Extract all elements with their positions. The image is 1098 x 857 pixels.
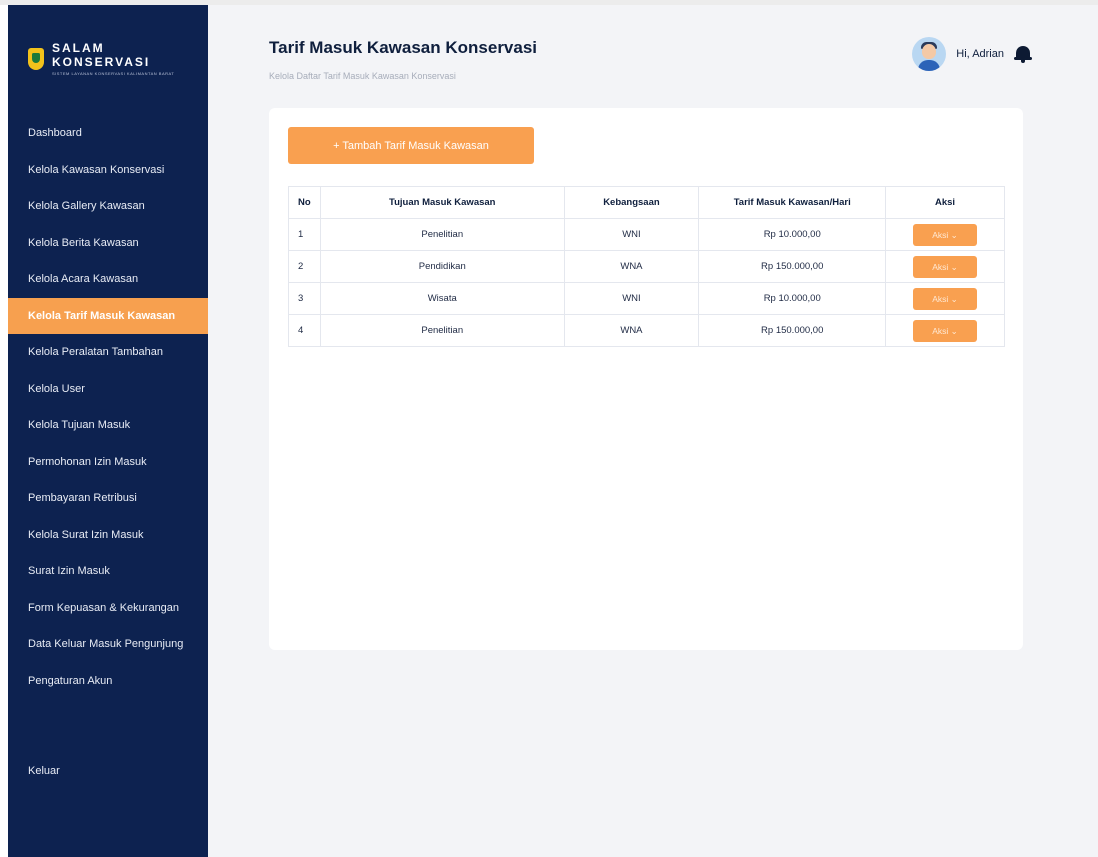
cell-kebangsaan: WNI <box>563 282 700 315</box>
table-row: 3 Wisata WNI Rp 10.000,00 Aksi ⌄ <box>288 282 1005 315</box>
cell-no: 1 <box>288 218 321 251</box>
sidebar-item-tarif-masuk-kawasan[interactable]: Kelola Tarif Masuk Kawasan <box>8 297 208 334</box>
table-header-row: No Tujuan Masuk Kawasan Kebangsaan Tarif… <box>288 186 1005 219</box>
sidebar-nav: Dashboard Kelola Kawasan Konservasi Kelo… <box>8 115 208 699</box>
user-menu[interactable]: Hi, Adrian <box>912 37 1032 71</box>
cell-tarif: Rp 150.000,00 <box>698 250 887 283</box>
cell-kebangsaan: WNI <box>563 218 700 251</box>
brand-subtitle: SISTEM LAYANAN KONSERVASI KALIMANTAN BAR… <box>51 71 175 76</box>
cell-tarif: Rp 10.000,00 <box>698 218 887 251</box>
cell-aksi: Aksi ⌄ <box>885 250 1005 283</box>
avatar[interactable] <box>912 37 947 71</box>
cell-tujuan: Penelitian <box>319 314 565 347</box>
tarif-table: No Tujuan Masuk Kawasan Kebangsaan Tarif… <box>288 186 1005 347</box>
sidebar-item-pembayaran-retribusi[interactable]: Pembayaran Retribusi <box>8 480 208 517</box>
bell-clapper <box>1021 60 1025 63</box>
cell-tujuan: Pendidikan <box>319 250 565 283</box>
cell-no: 2 <box>288 250 321 283</box>
main-content: Tarif Masuk Kawasan Konservasi Kelola Da… <box>208 5 1098 857</box>
sidebar: SALAM KONSERVASI SISTEM LAYANAN KONSERVA… <box>8 5 208 857</box>
cell-tarif: Rp 150.000,00 <box>698 314 887 347</box>
sidebar-item-dashboard[interactable]: Dashboard <box>8 115 208 152</box>
brand[interactable]: SALAM KONSERVASI SISTEM LAYANAN KONSERVA… <box>28 41 208 76</box>
sidebar-item-tujuan-masuk[interactable]: Kelola Tujuan Masuk <box>8 407 208 444</box>
page-title: Tarif Masuk Kawasan Konservasi <box>269 38 538 57</box>
header-no: No <box>288 186 321 219</box>
header-tujuan: Tujuan Masuk Kawasan <box>319 186 565 219</box>
add-tarif-button[interactable]: + Tambah Tarif Masuk Kawasan <box>288 127 534 164</box>
cell-tujuan: Penelitian <box>319 218 565 251</box>
avatar-body <box>918 60 941 71</box>
cell-kebangsaan: WNA <box>563 314 700 347</box>
sidebar-item-acara-kawasan[interactable]: Kelola Acara Kawasan <box>8 261 208 298</box>
user-greeting[interactable]: Hi, Adrian <box>956 48 1004 60</box>
table-row: 2 Pendidikan WNA Rp 150.000,00 Aksi ⌄ <box>288 250 1005 283</box>
cell-tarif: Rp 10.000,00 <box>698 282 887 315</box>
sidebar-item-data-pengunjung[interactable]: Data Keluar Masuk Pengunjung <box>8 626 208 663</box>
sidebar-item-pengaturan-akun[interactable]: Pengaturan Akun <box>8 663 208 700</box>
sidebar-item-permohonan-izin[interactable]: Permohonan Izin Masuk <box>8 444 208 481</box>
header-tarif: Tarif Masuk Kawasan/Hari <box>698 186 887 219</box>
aksi-dropdown-button[interactable]: Aksi ⌄ <box>913 255 978 278</box>
sidebar-item-user[interactable]: Kelola User <box>8 371 208 408</box>
cell-kebangsaan: WNA <box>563 250 700 283</box>
aksi-dropdown-button[interactable]: Aksi ⌄ <box>913 223 978 246</box>
brand-logo-icon <box>28 47 44 70</box>
cell-aksi: Aksi ⌄ <box>885 218 1005 251</box>
brand-text: SALAM KONSERVASI SISTEM LAYANAN KONSERVA… <box>52 41 208 76</box>
cell-aksi: Aksi ⌄ <box>885 314 1005 347</box>
header-aksi: Aksi <box>885 186 1005 219</box>
sidebar-item-kelola-surat-izin[interactable]: Kelola Surat Izin Masuk <box>8 517 208 554</box>
table-row: 1 Penelitian WNI Rp 10.000,00 Aksi ⌄ <box>288 218 1005 251</box>
logout-link[interactable]: Keluar <box>28 765 60 777</box>
cell-aksi: Aksi ⌄ <box>885 282 1005 315</box>
sidebar-item-surat-izin[interactable]: Surat Izin Masuk <box>8 553 208 590</box>
cell-tujuan: Wisata <box>319 282 565 315</box>
page-subtitle: Kelola Daftar Tarif Masuk Kawasan Konser… <box>269 71 456 81</box>
table-row: 4 Penelitian WNA Rp 150.000,00 Aksi ⌄ <box>288 314 1005 347</box>
table-body: 1 Penelitian WNI Rp 10.000,00 Aksi ⌄ 2 P… <box>288 218 1005 347</box>
cell-no: 4 <box>288 314 321 347</box>
sidebar-item-berita-kawasan[interactable]: Kelola Berita Kawasan <box>8 225 208 262</box>
table-head: No Tujuan Masuk Kawasan Kebangsaan Tarif… <box>288 186 1005 219</box>
avatar-head <box>922 44 937 59</box>
sidebar-item-kawasan-konservasi[interactable]: Kelola Kawasan Konservasi <box>8 152 208 189</box>
brand-title: SALAM KONSERVASI <box>51 41 151 69</box>
header-kebangsaan: Kebangsaan <box>563 186 700 219</box>
bell-icon[interactable] <box>1014 44 1032 64</box>
sidebar-item-form-kepuasan[interactable]: Form Kepuasan & Kekurangan <box>8 590 208 627</box>
app-shell: SALAM KONSERVASI SISTEM LAYANAN KONSERVA… <box>8 5 1098 857</box>
aksi-dropdown-button[interactable]: Aksi ⌄ <box>913 319 978 342</box>
aksi-dropdown-button[interactable]: Aksi ⌄ <box>913 287 978 310</box>
sidebar-item-peralatan-tambahan[interactable]: Kelola Peralatan Tambahan <box>8 334 208 371</box>
cell-no: 3 <box>288 282 321 315</box>
tarif-card: + Tambah Tarif Masuk Kawasan No Tujuan M… <box>269 108 1023 650</box>
sidebar-item-gallery-kawasan[interactable]: Kelola Gallery Kawasan <box>8 188 208 225</box>
